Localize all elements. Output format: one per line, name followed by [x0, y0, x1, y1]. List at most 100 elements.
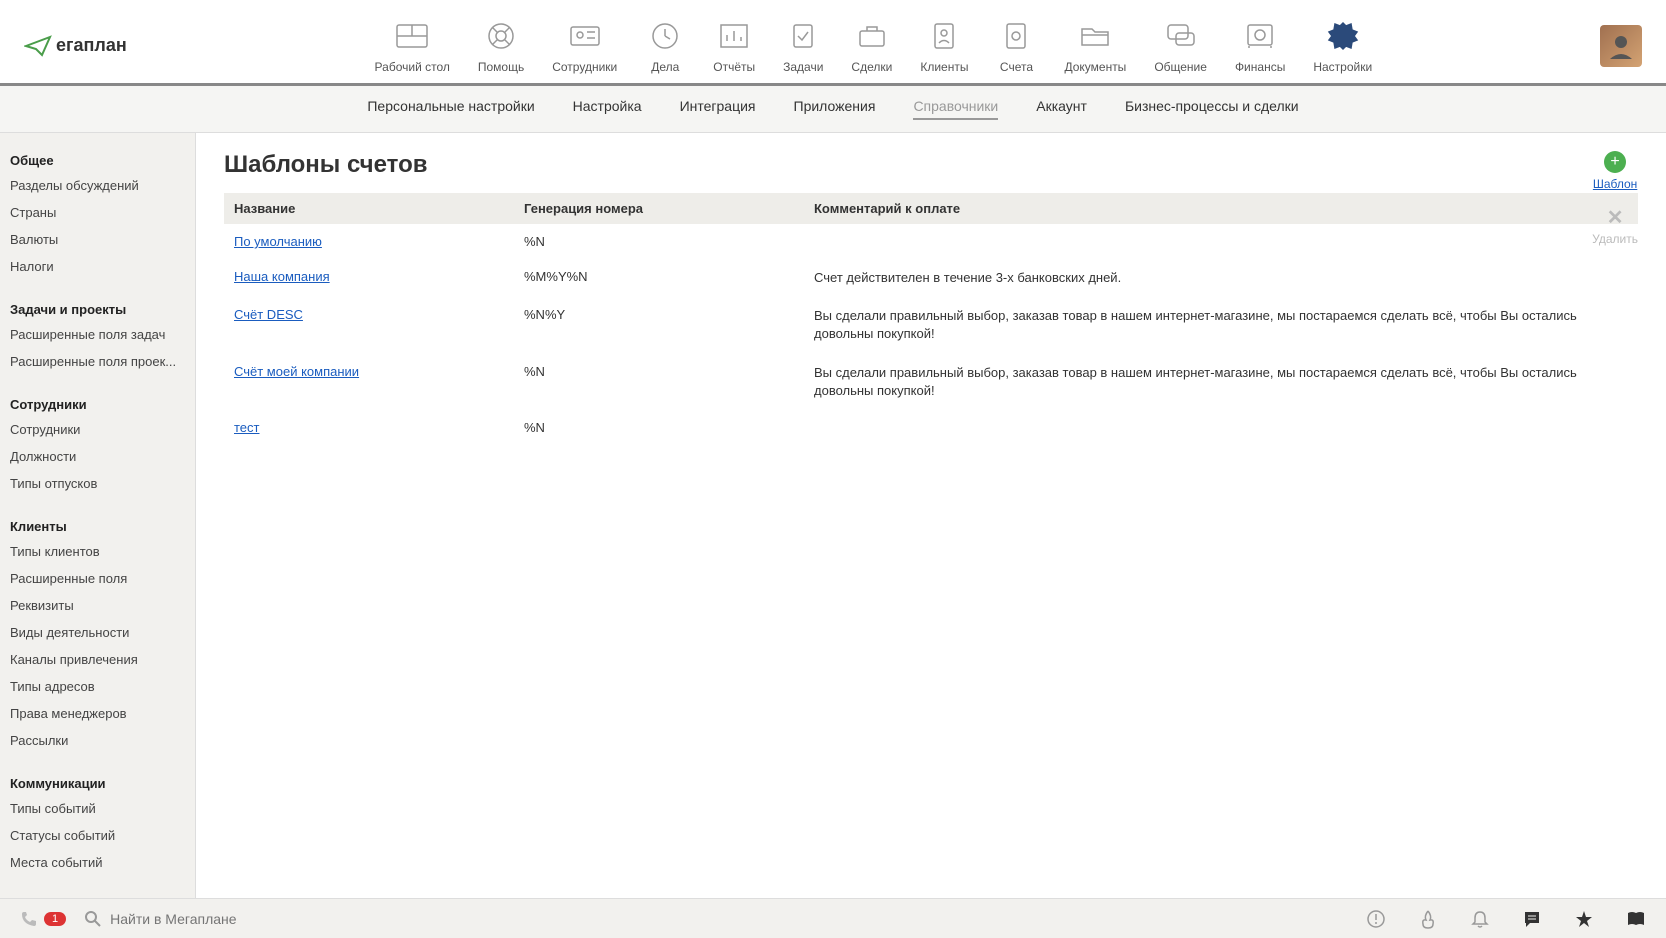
table-row: По умолчанию %N [224, 224, 1638, 259]
nav-affairs[interactable]: Дела [645, 18, 685, 74]
nav-finance[interactable]: Финансы [1235, 18, 1285, 74]
sidebar-item[interactable]: Страны [0, 199, 195, 226]
sidebar-item[interactable]: Расширенные поля проек... [0, 348, 195, 375]
sidebar-item[interactable]: Валюты [0, 226, 195, 253]
subnav-integration[interactable]: Интеграция [680, 98, 756, 120]
sidebar-item[interactable]: Типы адресов [0, 673, 195, 700]
template-link[interactable]: Наша компания [234, 269, 330, 284]
subnav-setup[interactable]: Настройка [573, 98, 642, 120]
nav-documents[interactable]: Документы [1064, 18, 1126, 74]
nav-settings[interactable]: Настройки [1313, 18, 1372, 74]
sub-nav: Персональные настройки Настройка Интегра… [0, 86, 1666, 133]
bottom-bar: 1 [0, 898, 1666, 938]
search-input[interactable] [110, 911, 410, 927]
briefcase-icon [852, 18, 892, 54]
sidebar-heading: Сотрудники [0, 393, 195, 416]
sidebar-item[interactable]: Статусы событий [0, 822, 195, 849]
table-row: Счёт DESC%N%YВы сделали правильный выбор… [224, 297, 1638, 353]
sidebar-item[interactable]: Расширенные поля задач [0, 321, 195, 348]
sidebar-item[interactable]: Налоги [0, 253, 195, 280]
sidebar-item[interactable]: Каналы привлечения [0, 646, 195, 673]
sidebar-item[interactable]: Разделы обсуждений [0, 172, 195, 199]
chart-icon [714, 18, 754, 54]
page-title: Шаблоны счетов [224, 151, 1638, 179]
table-row: тест %N [224, 410, 1638, 445]
delete-button[interactable]: ✕ Удалить [1592, 205, 1638, 246]
search-icon [84, 910, 102, 928]
close-icon: ✕ [1607, 205, 1624, 230]
plus-icon: + [1604, 151, 1626, 173]
sidebar-item[interactable]: Места событий [0, 849, 195, 876]
nav-chat[interactable]: Общение [1154, 18, 1207, 74]
sidebar-item[interactable]: Реквизиты [0, 592, 195, 619]
sidebar-heading: Коммуникации [0, 772, 195, 795]
nav-deals[interactable]: Сделки [851, 18, 892, 74]
avatar[interactable] [1600, 25, 1642, 67]
add-template-button[interactable]: + Шаблон [1593, 151, 1637, 191]
bell-icon[interactable] [1470, 909, 1490, 929]
sidebar-item[interactable]: Рассылки [0, 727, 195, 754]
id-card-icon [565, 18, 605, 54]
comment-cell: Вы сделали правильный выбор, заказав тов… [814, 364, 1628, 400]
sidebar-heading: Общее [0, 149, 195, 172]
col-header-gen: Генерация номера [524, 201, 814, 216]
comment-cell: Счет действителен в течение 3-х банковск… [814, 269, 1628, 287]
sidebar-heading: Клиенты [0, 515, 195, 538]
sidebar-item[interactable]: Типы клиентов [0, 538, 195, 565]
col-header-comment: Комментарий к оплате [814, 201, 1628, 216]
table-row: Наша компания %M%Y%NСчет действителен в т… [224, 259, 1638, 297]
nav-help[interactable]: Помощь [478, 18, 524, 74]
table-header: Название Генерация номера Комментарий к … [224, 193, 1638, 224]
subnav-apps[interactable]: Приложения [794, 98, 876, 120]
nav-desktop[interactable]: Рабочий стол [375, 18, 450, 74]
sidebar-item[interactable]: Права менеджеров [0, 700, 195, 727]
address-book-icon [924, 18, 964, 54]
search-bar[interactable] [84, 910, 1348, 928]
sidebar-item[interactable]: Типы событий [0, 795, 195, 822]
right-actions: + Шаблон ✕ Удалить [1592, 151, 1638, 246]
top-nav: егаплан Рабочий стол Помощь Сотрудники Д… [0, 0, 1666, 86]
comment-cell: Вы сделали правильный выбор, заказав тов… [814, 307, 1628, 343]
lifebuoy-icon [481, 18, 521, 54]
sidebar-item[interactable]: Типы отпусков [0, 470, 195, 497]
template-link[interactable]: Счёт моей компании [234, 364, 359, 379]
nav-reports[interactable]: Отчёты [713, 18, 755, 74]
gen-cell: %M%Y%N [524, 269, 814, 284]
fire-icon[interactable] [1418, 909, 1438, 929]
chat-icon [1161, 18, 1201, 54]
templates-table: Название Генерация номера Комментарий к … [224, 193, 1638, 445]
nav-tasks[interactable]: Задачи [783, 18, 823, 74]
main-content: Шаблоны счетов Название Генерация номера… [196, 133, 1666, 898]
phone-button[interactable]: 1 [20, 910, 66, 928]
sidebar-item[interactable]: Должности [0, 443, 195, 470]
gen-cell: %N [524, 420, 814, 435]
template-link[interactable]: По умолчанию [234, 234, 322, 249]
table-row: Счёт моей компании %NВы сделали правильны… [224, 354, 1638, 410]
message-icon[interactable] [1522, 909, 1542, 929]
alert-icon[interactable] [1366, 909, 1386, 929]
book-icon[interactable] [1626, 909, 1646, 929]
logo[interactable]: егаплан [24, 35, 127, 57]
subnav-business[interactable]: Бизнес-процессы и сделки [1125, 98, 1299, 120]
gen-cell: %N [524, 234, 814, 249]
template-link[interactable]: тест [234, 420, 260, 435]
gen-cell: %N [524, 364, 814, 379]
clock-icon [645, 18, 685, 54]
sidebar-item[interactable]: Расширенные поля [0, 565, 195, 592]
nav-employees[interactable]: Сотрудники [552, 18, 617, 74]
gear-icon [1323, 18, 1363, 54]
sidebar-item[interactable]: Виды деятельности [0, 619, 195, 646]
logo-text: егаплан [56, 35, 127, 56]
invoice-icon [996, 18, 1036, 54]
template-link[interactable]: Счёт DESC [234, 307, 303, 322]
subnav-directories[interactable]: Справочники [913, 98, 998, 120]
sidebar-heading: Задачи и проекты [0, 298, 195, 321]
col-header-name: Название [234, 201, 524, 216]
nav-clients[interactable]: Клиенты [920, 18, 968, 74]
subnav-personal[interactable]: Персональные настройки [367, 98, 534, 120]
nav-invoices[interactable]: Счета [996, 18, 1036, 74]
subnav-account[interactable]: Аккаунт [1036, 98, 1087, 120]
star-icon[interactable] [1574, 909, 1594, 929]
sidebar-item[interactable]: Сотрудники [0, 416, 195, 443]
dashboard-icon [392, 18, 432, 54]
